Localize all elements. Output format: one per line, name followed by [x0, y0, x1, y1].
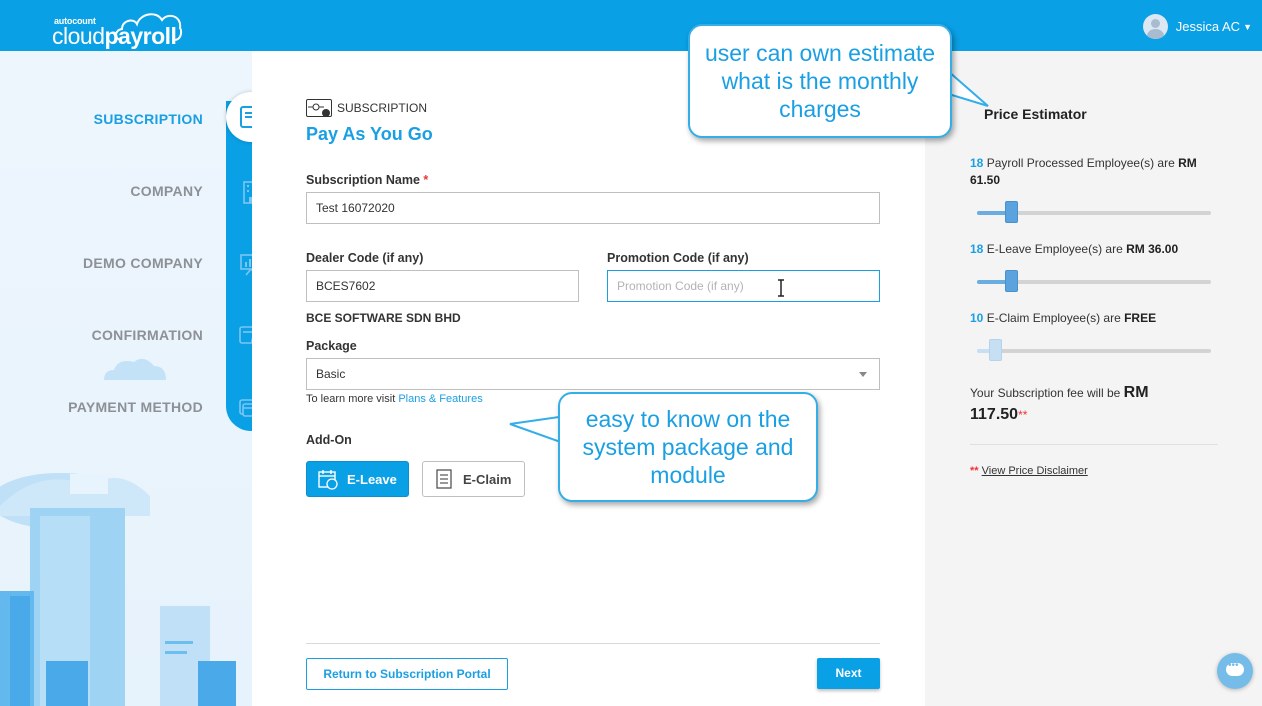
dealer-code-input[interactable] [306, 270, 579, 302]
step-confirmation[interactable]: CONFIRMATION [92, 327, 203, 343]
form-divider [306, 643, 880, 644]
payroll-slider[interactable] [977, 201, 1211, 223]
cloud-decoration [104, 358, 166, 380]
estimator-title: Price Estimator [984, 106, 1087, 122]
step-subscription[interactable]: SUBSCRIPTION [94, 111, 203, 127]
top-bar: autocount cloudpayroll Jessica AC ▼ [0, 0, 1262, 51]
eclaim-slider[interactable] [977, 339, 1211, 361]
page-title: Pay As You Go [306, 124, 433, 144]
eclaim-slider-thumb[interactable] [989, 339, 1002, 361]
step-sidebar: SUBSCRIPTION COMPANY DEMO COMPANY CONFIR… [0, 51, 252, 706]
subscription-name-input[interactable] [306, 192, 880, 224]
payroll-estimate-text: 18 Payroll Processed Employee(s) are RM … [970, 156, 1197, 187]
addon-eleave-label: E-Leave [347, 471, 397, 487]
view-price-disclaimer-link[interactable]: View Price Disclaimer [982, 465, 1088, 477]
presentation-icon[interactable] [226, 239, 252, 289]
chat-bubble-icon[interactable] [1217, 653, 1253, 689]
promotion-code-input[interactable] [607, 270, 880, 302]
subscription-fee-summary: Your Subscription fee will be RM 117.50*… [970, 384, 1149, 423]
promotion-code-label: Promotion Code (if any) [607, 251, 749, 265]
price-estimator-panel: Price Estimator 18 Payroll Processed Emp… [925, 51, 1262, 706]
callout-estimate-note: user can own estimate what is the monthl… [688, 24, 952, 138]
claim-document-icon [436, 469, 452, 489]
credit-card-icon[interactable] [226, 383, 252, 433]
fee-amount: 117.50 [970, 406, 1019, 423]
city-skyline-illustration [0, 473, 236, 706]
step-company[interactable]: COMPANY [130, 183, 203, 199]
user-name: Jessica AC [1175, 19, 1241, 34]
step-payment-method[interactable]: PAYMENT METHOD [68, 399, 203, 415]
plans-features-link[interactable]: Plans & Features [398, 393, 482, 405]
estimator-divider [970, 444, 1218, 445]
confirm-document-icon[interactable] [226, 311, 252, 361]
next-button[interactable]: Next [817, 658, 880, 689]
eleave-slider[interactable] [977, 270, 1211, 292]
subscription-form: SUBSCRIPTION Pay As You Go Subscription … [252, 51, 925, 706]
addon-eclaim-button[interactable]: E-Claim [422, 461, 525, 497]
addon-eclaim-label: E-Claim [463, 471, 512, 487]
package-selected-value: Basic [316, 367, 346, 381]
eclaim-estimate-text: 10 E-Claim Employee(s) are FREE [970, 311, 1157, 325]
cloudpayroll-logo[interactable]: autocount cloudpayroll [52, 6, 192, 49]
eleave-slider-thumb[interactable] [1005, 270, 1018, 292]
logo-main-text: cloudpayroll [52, 23, 177, 49]
building-icon[interactable] [226, 167, 252, 217]
price-disclaimer: ** View Price Disclaimer [970, 465, 1088, 477]
payroll-slider-thumb[interactable] [1005, 201, 1018, 223]
section-tag: SUBSCRIPTION [306, 99, 427, 117]
user-menu[interactable]: Jessica AC ▼ [1142, 14, 1252, 39]
dealer-company-name: BCE SOFTWARE SDN BHD [306, 311, 461, 325]
callout-package-note: easy to know on the system package and m… [558, 392, 818, 502]
eleave-estimate-text: 18 E-Leave Employee(s) are RM 36.00 [970, 242, 1179, 256]
subscription-coin-icon [306, 99, 332, 117]
avatar [1142, 14, 1168, 39]
package-select[interactable]: Basic [306, 358, 880, 390]
dealer-code-label: Dealer Code (if any) [306, 251, 424, 265]
section-tag-label: SUBSCRIPTION [337, 101, 428, 115]
calendar-icon [318, 470, 338, 490]
subscription-name-label: Subscription Name * [306, 173, 429, 187]
caret-down-icon [859, 372, 867, 377]
return-to-portal-button[interactable]: Return to Subscription Portal [306, 658, 508, 690]
chevron-down-icon: ▼ [1243, 21, 1252, 32]
step-demo-company[interactable]: DEMO COMPANY [83, 255, 203, 271]
addon-label: Add-On [306, 433, 352, 447]
addon-eleave-button[interactable]: E-Leave [306, 461, 409, 497]
learn-more-text: To learn more visit Plans & Features [306, 393, 483, 405]
package-label: Package [306, 339, 357, 353]
text-cursor-icon [778, 279, 784, 297]
